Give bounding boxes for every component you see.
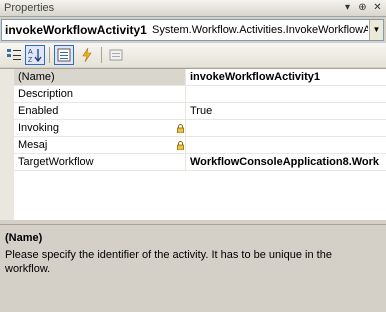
property-label: Enabled: [14, 103, 186, 119]
description-text: Please specify the identifier of the act…: [5, 249, 332, 275]
lock-icon: [177, 141, 184, 151]
property-row-description[interactable]: Description: [14, 86, 386, 103]
property-pages-icon[interactable]: [106, 45, 126, 65]
svg-text:Z: Z: [28, 57, 33, 63]
description-panel: (Name) Please specify the identifier of …: [0, 224, 386, 312]
close-button[interactable]: ✕: [371, 1, 384, 14]
property-value[interactable]: [187, 120, 386, 136]
events-icon[interactable]: [77, 45, 97, 65]
property-value[interactable]: True: [187, 103, 386, 119]
categorized-icon[interactable]: [4, 45, 24, 65]
property-value[interactable]: [187, 86, 386, 102]
object-selector[interactable]: invokeWorkflowActivity1 System.Workflow.…: [1, 19, 384, 41]
object-type: System.Workflow.Activities.InvokeWorkflo…: [152, 24, 368, 36]
properties-icon[interactable]: [54, 45, 74, 65]
property-row-name[interactable]: (Name) invokeWorkflowActivity1: [14, 69, 386, 86]
window-position-button[interactable]: ▾: [341, 1, 354, 14]
property-value[interactable]: [187, 137, 386, 153]
property-row-targetworkflow[interactable]: TargetWorkflow WorkflowConsoleApplicatio…: [14, 154, 386, 171]
svg-text:A: A: [28, 49, 33, 56]
property-row-mesaj[interactable]: Mesaj: [14, 137, 386, 154]
pin-button[interactable]: ⊕: [356, 1, 369, 14]
property-label: Description: [14, 86, 186, 102]
property-value[interactable]: WorkflowConsoleApplication8.Work: [187, 154, 386, 170]
description-title: (Name): [5, 232, 43, 244]
window-titlebar: Properties ▾ ⊕ ✕: [0, 0, 386, 17]
property-value[interactable]: invokeWorkflowActivity1: [187, 69, 386, 85]
property-label: TargetWorkflow: [14, 154, 186, 170]
property-grid: (Name) invokeWorkflowActivity1 Descripti…: [0, 68, 386, 220]
property-label: Mesaj: [14, 137, 186, 153]
dropdown-arrow-icon[interactable]: ▼: [369, 20, 383, 40]
property-label: Invoking: [14, 120, 186, 136]
properties-toolbar: A Z: [0, 43, 386, 67]
window-title: Properties: [4, 2, 55, 14]
property-row-invoking[interactable]: Invoking: [14, 120, 386, 137]
object-name: invokeWorkflowActivity1: [5, 23, 147, 37]
property-row-enabled[interactable]: Enabled True: [14, 103, 386, 120]
lock-icon: [177, 124, 184, 134]
grid-gutter: [0, 69, 14, 220]
alphabetical-icon[interactable]: A Z: [25, 45, 45, 65]
property-label: (Name): [14, 69, 186, 85]
